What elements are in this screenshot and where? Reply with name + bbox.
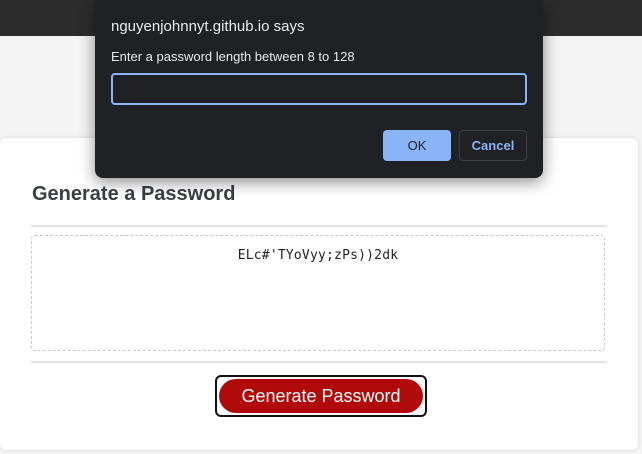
ok-button[interactable]: OK — [383, 130, 451, 161]
password-display-area[interactable]: ELc#'TYoVyy;zPs))2dk — [31, 235, 605, 351]
dialog-origin-text: nguyenjohnnyt.github.io says — [111, 18, 305, 35]
generate-password-button[interactable]: Generate Password — [215, 375, 427, 417]
cancel-button[interactable]: Cancel — [459, 130, 527, 161]
card-title: Generate a Password — [32, 183, 236, 205]
card-divider-top — [31, 225, 607, 227]
generated-password-text: ELc#'TYoVyy;zPs))2dk — [237, 248, 399, 263]
generate-password-button-label: Generate Password — [219, 379, 423, 413]
password-length-input[interactable] — [111, 73, 527, 105]
dialog-message-text: Enter a password length between 8 to 128 — [111, 49, 355, 64]
card-divider-bottom — [31, 361, 607, 363]
prompt-dialog: nguyenjohnnyt.github.io says Enter a pas… — [95, 0, 543, 178]
